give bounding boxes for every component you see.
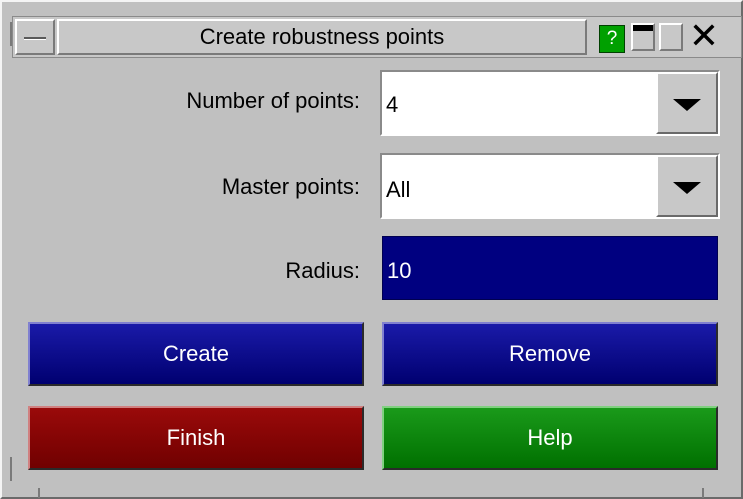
radius-input[interactable]: 10 [382, 236, 718, 300]
minimize-icon[interactable] [631, 23, 655, 51]
master-points-dropdown-button[interactable] [656, 155, 718, 217]
radius-value: 10 [387, 258, 412, 283]
master-points-label: Master points: [221, 174, 360, 199]
master-points-value: All [386, 177, 411, 202]
number-of-points-value: 4 [386, 92, 399, 117]
resize-handle[interactable] [10, 457, 12, 481]
chevron-down-icon [673, 99, 701, 111]
maximize-icon[interactable] [659, 23, 683, 51]
resize-handle[interactable] [10, 22, 12, 46]
window-menu-button[interactable] [15, 19, 55, 55]
help-button[interactable]: Help [382, 406, 718, 470]
remove-button[interactable]: Remove [382, 322, 718, 386]
menu-bar-icon [24, 37, 46, 40]
dialog-window: Create robustness points ? ✕ Number of p… [0, 0, 743, 499]
resize-handle[interactable] [38, 488, 40, 498]
question-icon[interactable]: ? [599, 25, 625, 53]
finish-button[interactable]: Finish [28, 406, 364, 470]
master-points-dropdown[interactable]: All [380, 153, 720, 219]
radius-label: Radius: [285, 258, 360, 283]
create-button[interactable]: Create [28, 322, 364, 386]
chevron-down-icon [673, 182, 701, 194]
title-bar[interactable]: Create robustness points ? ✕ [12, 16, 742, 58]
number-of-points-dropdown[interactable]: 4 [380, 70, 720, 136]
resize-handle[interactable] [702, 488, 704, 498]
number-of-points-dropdown-button[interactable] [656, 72, 718, 134]
close-icon[interactable]: ✕ [687, 19, 721, 55]
window-title: Create robustness points [57, 19, 587, 55]
number-of-points-label: Number of points: [186, 88, 360, 113]
